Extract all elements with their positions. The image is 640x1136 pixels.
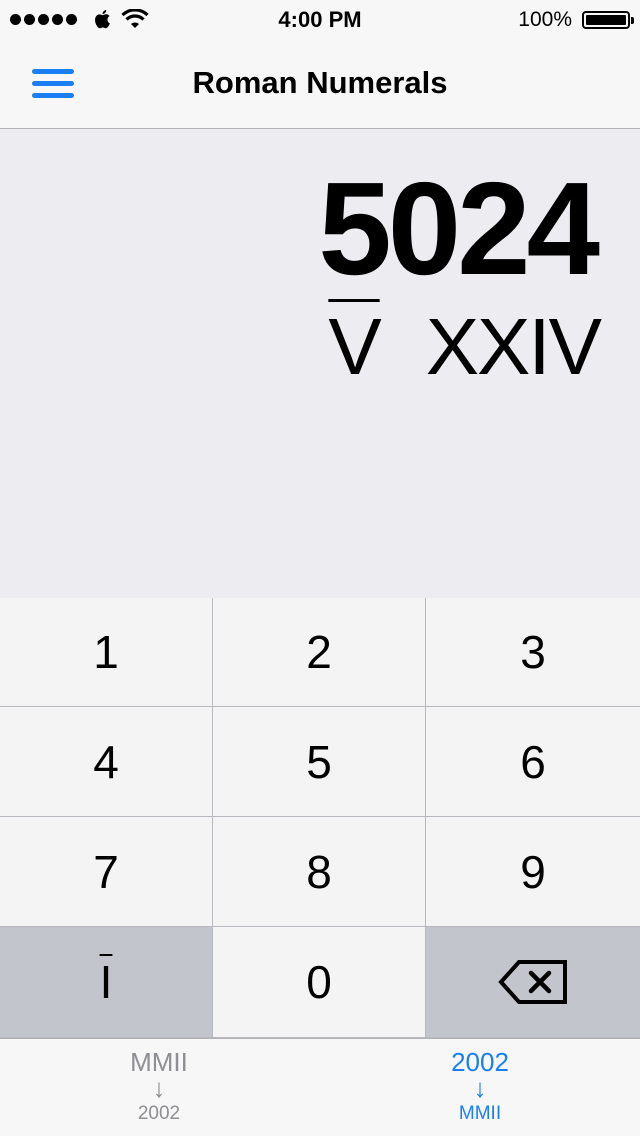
battery-percentage: 100% (518, 8, 572, 31)
key-6[interactable]: 6 (426, 707, 640, 817)
result-display: 5024 V XXIV (0, 129, 640, 598)
key-thousands-modifier[interactable]: I (0, 927, 213, 1038)
tab-label-bottom: MMII (458, 1103, 502, 1124)
battery-icon (582, 11, 634, 29)
arrow-down-icon: ↓ (152, 1073, 166, 1103)
key-3[interactable]: 3 (426, 598, 640, 707)
roman-thousands-part: V (328, 302, 381, 391)
roman-numeral: V XXIV (328, 297, 602, 391)
arrow-down-icon: ↓ (473, 1073, 487, 1103)
key-7[interactable]: 7 (0, 817, 213, 927)
page-title: Roman Numerals (192, 65, 448, 100)
status-bar: 4:00 PM 100% (0, 0, 640, 40)
navigation-bar: Roman Numerals (0, 40, 640, 129)
key-9[interactable]: 9 (426, 817, 640, 927)
key-0[interactable]: 0 (213, 927, 426, 1038)
arabic-number: 5024 (318, 155, 600, 302)
key-8[interactable]: 8 (213, 817, 426, 927)
roman-remainder-part: XXIV (425, 302, 602, 391)
tab-bar: MMII ↓ 2002 2002 ↓ MMII (0, 1038, 640, 1136)
key-4[interactable]: 4 (0, 707, 213, 817)
keypad: 1 2 3 4 5 6 7 8 9 I 0 (0, 598, 640, 1038)
backspace-icon (498, 960, 567, 1004)
backspace-button[interactable] (426, 927, 640, 1038)
key-2[interactable]: 2 (213, 598, 426, 707)
tab-arabic-to-roman[interactable]: 2002 ↓ MMII (410, 1047, 550, 1127)
key-5[interactable]: 5 (213, 707, 426, 817)
key-thousands-label: I (99, 956, 113, 1008)
tab-label-bottom: 2002 (137, 1103, 181, 1124)
key-1[interactable]: 1 (0, 598, 213, 707)
tab-roman-to-arabic[interactable]: MMII ↓ 2002 (89, 1047, 229, 1127)
